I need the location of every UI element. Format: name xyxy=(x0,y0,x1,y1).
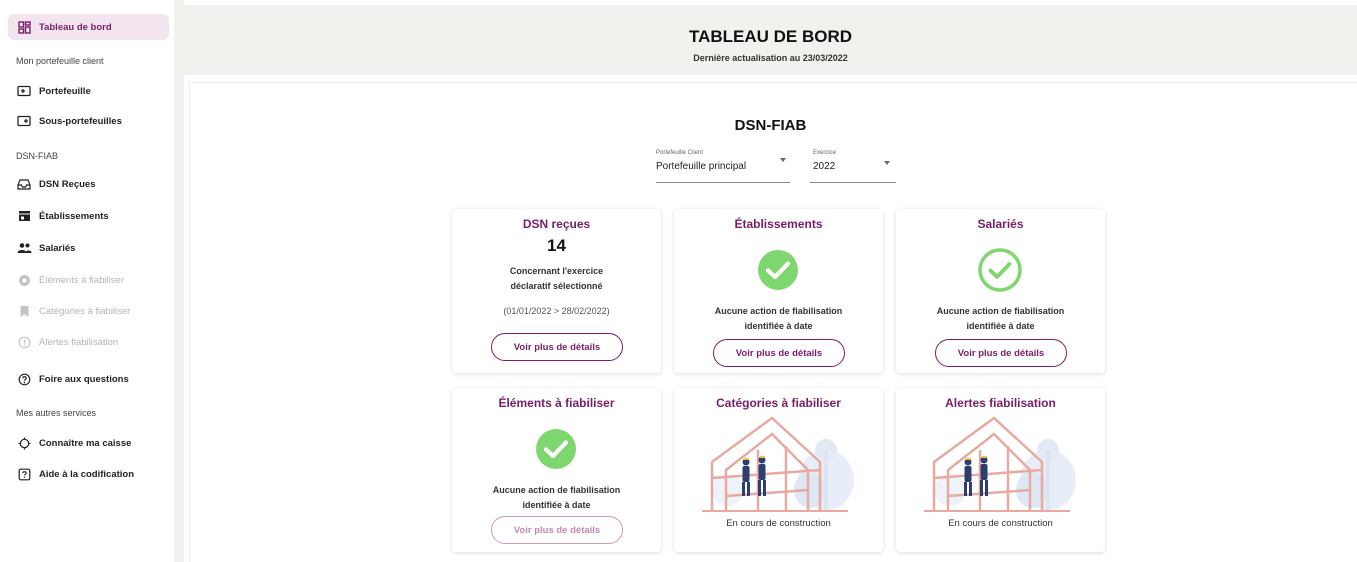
exercise-select-label: Exercice xyxy=(813,150,837,156)
card-employees: Salariés Aucune action de fiabilisation … xyxy=(896,209,1105,373)
portfolio-select-label: Portefeuille Client xyxy=(656,150,704,156)
card-establishments: Établissements Aucune action de fiabilis… xyxy=(674,209,883,373)
construction-status: En cours de construction xyxy=(726,518,831,529)
sidebar-item-label: DSN Reçues xyxy=(39,178,96,190)
sidebar-item-employees[interactable]: Salariés xyxy=(8,235,169,261)
check-circle-icon xyxy=(758,250,798,290)
sidebar-item-label: Alertes fiabilisation xyxy=(39,336,119,348)
sidebar-item-label: Salariés xyxy=(39,242,76,254)
card-desc-line: Concernant l'exercice xyxy=(509,266,604,276)
sidebar-item-sub-portfolios[interactable]: Sous-portefeuilles xyxy=(8,108,169,134)
dashboard-icon xyxy=(16,19,32,35)
card-desc-line: identifiée à date xyxy=(522,500,591,510)
location-icon xyxy=(16,435,32,451)
sidebar-item-coding-help[interactable]: Aide à la codification xyxy=(8,461,169,487)
card-title: Éléments à fiabiliser xyxy=(498,396,615,410)
details-button[interactable]: Voir plus de détails xyxy=(713,339,845,367)
sidebar-section-dsn-fiab: DSN-FIAB xyxy=(16,151,59,161)
folder-icon xyxy=(16,83,32,99)
construction-illustration xyxy=(702,416,854,512)
help-box-icon xyxy=(16,466,32,482)
details-button[interactable]: Voir plus de détails xyxy=(491,333,623,361)
sidebar-item-alerts[interactable]: Alertes fiabilisation xyxy=(8,329,169,355)
sidebar-item-label: Foire aux questions xyxy=(39,373,129,385)
card-desc-line: Aucune action de fiabilisation xyxy=(492,485,621,495)
help-circle-icon xyxy=(16,371,32,387)
construction-status: En cours de construction xyxy=(948,518,1053,529)
inbox-icon xyxy=(16,176,32,192)
sidebar-item-label: Tableau de bord xyxy=(39,21,112,33)
sidebar-item-dsn-received[interactable]: DSN Reçues xyxy=(8,171,169,197)
exercise-select-value: 2022 xyxy=(813,161,836,172)
alert-circle-icon xyxy=(16,334,32,350)
sidebar-item-categories-to-fix[interactable]: Catégories à fiabiliser xyxy=(8,298,169,324)
sidebar: Tableau de bord Mon portefeuille client … xyxy=(0,0,174,562)
check-circle-icon xyxy=(536,429,576,469)
details-button[interactable]: Voir plus de détails xyxy=(935,339,1067,367)
sidebar-item-label: Catégories à fiabiliser xyxy=(39,305,131,317)
sidebar-item-label: Établissements xyxy=(39,210,109,222)
card-categories-to-fix: Catégories à fiabiliser En cours de cons… xyxy=(674,388,883,552)
dsn-count: 14 xyxy=(547,236,566,255)
sidebar-item-faq[interactable]: Foire aux questions xyxy=(8,366,169,392)
sidebar-item-elements-to-fix[interactable]: Éléments à fiabiliser xyxy=(8,267,169,293)
card-title: DSN reçues xyxy=(522,217,591,231)
portfolio-select[interactable]: Portefeuille Client Portefeuille princip… xyxy=(656,147,790,183)
portfolio-select-value: Portefeuille principal xyxy=(656,161,747,172)
page-header: TABLEAU DE BORD Dernière actualisation a… xyxy=(184,5,1357,75)
sidebar-item-dashboard[interactable]: Tableau de bord xyxy=(8,14,169,40)
sidebar-divider xyxy=(174,0,184,562)
sidebar-item-label: Aide à la codification xyxy=(39,468,135,480)
card-title: Établissements xyxy=(734,217,823,231)
card-title: Alertes fiabilisation xyxy=(945,396,1056,410)
section-title: DSN-FIAB xyxy=(734,117,807,134)
sidebar-item-establishments[interactable]: Établissements xyxy=(8,203,169,229)
sidebar-item-label: Éléments à fiabiliser xyxy=(39,274,125,286)
card-desc-line: déclaratif sélectionné xyxy=(510,281,603,291)
chevron-down-icon xyxy=(780,158,786,162)
last-update-text: Dernière actualisation au 23/03/2022 xyxy=(693,53,848,63)
sidebar-item-label: Connaître ma caisse xyxy=(39,437,132,449)
construction-illustration xyxy=(924,416,1076,512)
details-button[interactable]: Voir plus de détails xyxy=(491,516,623,544)
sidebar-item-label: Portefeuille xyxy=(39,85,91,97)
card-title: Salariés xyxy=(977,217,1024,231)
page-title: TABLEAU DE BORD xyxy=(688,27,853,46)
sidebar-section-portfolio: Mon portefeuille client xyxy=(16,56,104,66)
bookmark-icon xyxy=(16,303,32,319)
sidebar-item-portfolio[interactable]: Portefeuille xyxy=(8,78,169,104)
sidebar-item-know-my-fund[interactable]: Connaître ma caisse xyxy=(8,430,169,456)
card-title: Catégories à fiabiliser xyxy=(716,396,841,410)
sidebar-section-other-services: Mes autres services xyxy=(16,408,97,418)
people-icon xyxy=(16,240,32,256)
exercise-select[interactable]: Exercice 2022 xyxy=(810,147,896,183)
card-desc-line: identifiée à date xyxy=(744,321,813,331)
period-text: (01/01/2022 > 28/02/2022) xyxy=(503,306,610,316)
card-desc-line: Aucune action de fiabilisation xyxy=(936,306,1065,316)
card-elements-to-fix: Éléments à fiabiliser Aucune action de f… xyxy=(452,388,661,552)
check-circle-outline-icon xyxy=(978,248,1022,292)
store-icon xyxy=(16,208,32,224)
card-desc-line: identifiée à date xyxy=(966,321,1035,331)
chevron-down-icon xyxy=(884,161,890,165)
card-desc-line: Aucune action de fiabilisation xyxy=(714,306,843,316)
card-dsn-received: DSN reçues 14 Concernant l'exercice décl… xyxy=(452,209,661,373)
card-alerts: Alertes fiabilisation En cours de constr… xyxy=(896,388,1105,552)
settings-circle-icon xyxy=(16,272,32,288)
sidebar-item-label: Sous-portefeuilles xyxy=(39,115,122,127)
subfolder-icon xyxy=(16,113,32,129)
